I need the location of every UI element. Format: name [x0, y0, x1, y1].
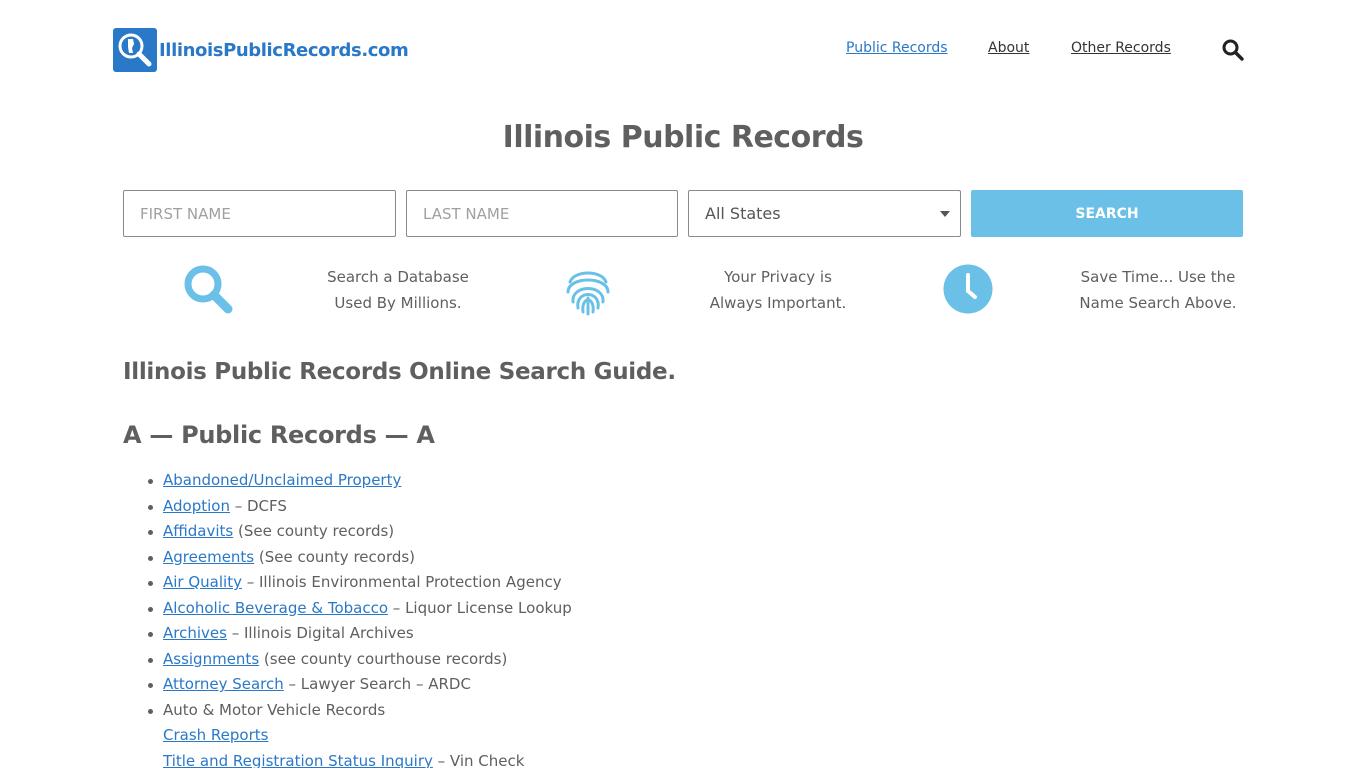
feature-line: Your Privacy is	[724, 268, 832, 286]
first-name-input[interactable]	[124, 191, 395, 236]
logo-magnifier-icon	[113, 28, 157, 72]
list-subitem: Title and Registration Status Inquiry – …	[163, 749, 1263, 768]
records-list: Abandoned/Unclaimed Property Adoption – …	[148, 468, 1263, 768]
nav-item-about[interactable]: About	[988, 40, 1029, 60]
feature-line: Name Search Above.	[1079, 294, 1237, 312]
record-link[interactable]: Alcoholic Beverage & Tobacco	[163, 599, 388, 617]
site-header: IllinoisPublicRecords.com Public Records…	[0, 0, 1366, 100]
section-heading-a: A — Public Records — A	[123, 421, 435, 449]
nav-link-about[interactable]: About	[988, 40, 1029, 56]
feature-line: Used By Millions.	[334, 294, 462, 312]
list-item: Archives – Illinois Digital Archives	[148, 621, 1263, 647]
feature-text-save-time: Save Time... Use the Name Search Above.	[1060, 264, 1256, 316]
record-note: – Illinois Digital Archives	[226, 624, 414, 642]
list-item: Affidavits (See county records)	[148, 519, 1263, 545]
last-name-field[interactable]	[406, 190, 678, 237]
record-note: – Vin Check	[432, 751, 525, 768]
record-note: (See county records)	[254, 547, 416, 566]
first-name-field[interactable]	[123, 190, 396, 237]
nav-link-other-records[interactable]: Other Records	[1071, 40, 1171, 56]
list-subitem: Crash Reports	[163, 723, 1263, 749]
nav-link-public-records[interactable]: Public Records	[846, 40, 948, 56]
last-name-input[interactable]	[407, 191, 677, 236]
record-note: (See county records)	[233, 522, 395, 540]
record-note: – Lawyer Search – ARDC	[283, 675, 471, 693]
list-item: Agreements (See county records)	[148, 545, 1263, 571]
guide-heading: Illinois Public Records Online Search Gu…	[123, 359, 676, 385]
record-link[interactable]: Title and Registration Status Inquiry	[163, 752, 433, 768]
record-link[interactable]: Air Quality	[163, 573, 242, 591]
site-logo[interactable]: IllinoisPublicRecords.com	[113, 28, 409, 72]
feature-text-database: Search a Database Used By Millions.	[300, 264, 496, 316]
list-item: Assignments (see county courthouse recor…	[148, 647, 1263, 673]
record-link[interactable]: Assignments	[163, 650, 259, 668]
page-title: Illinois Public Records	[502, 120, 864, 155]
list-item: Auto & Motor Vehicle Records	[148, 698, 1263, 724]
state-select[interactable]: All States	[688, 190, 961, 237]
list-item: Alcoholic Beverage & Tobacco – Liquor Li…	[148, 596, 1263, 622]
record-link[interactable]: Abandoned/Unclaimed Property	[163, 471, 401, 489]
feature-text-privacy: Your Privacy is Always Important.	[680, 264, 876, 316]
fingerprint-icon	[561, 262, 615, 316]
record-link[interactable]: Adoption	[163, 497, 230, 515]
record-link[interactable]: Attorney Search	[163, 675, 284, 693]
search-button[interactable]: SEARCH	[971, 190, 1243, 237]
record-note: – DCFS	[229, 496, 287, 515]
feature-line: Always Important.	[709, 294, 847, 312]
record-link[interactable]: Crash Reports	[163, 726, 268, 744]
record-note: – Liquor License Lookup	[388, 598, 572, 617]
magnifier-icon	[181, 262, 235, 316]
state-select-value: All States	[705, 204, 781, 223]
record-link[interactable]: Archives	[163, 624, 227, 642]
header-search-icon[interactable]	[1221, 38, 1245, 62]
feature-line: Search a Database	[327, 268, 469, 286]
list-item: Air Quality – Illinois Environmental Pro…	[148, 570, 1263, 596]
nav-item-public-records[interactable]: Public Records	[846, 40, 948, 60]
nav-item-other-records[interactable]: Other Records	[1071, 40, 1171, 60]
list-item: Abandoned/Unclaimed Property	[148, 468, 1263, 494]
record-link[interactable]: Affidavits	[163, 522, 233, 540]
logo-text: IllinoisPublicRecords.com	[159, 39, 409, 61]
record-link[interactable]: Agreements	[163, 548, 254, 566]
record-category: Auto & Motor Vehicle Records	[163, 700, 386, 719]
caret-down-icon	[940, 211, 950, 217]
record-note: (see county courthouse records)	[259, 649, 508, 668]
feature-line: Save Time... Use the	[1080, 268, 1236, 286]
record-note: – Illinois Environmental Protection Agen…	[241, 573, 562, 591]
list-item: Adoption – DCFS	[148, 494, 1263, 520]
clock-icon	[941, 262, 995, 316]
list-item: Attorney Search – Lawyer Search – ARDC	[148, 672, 1263, 698]
